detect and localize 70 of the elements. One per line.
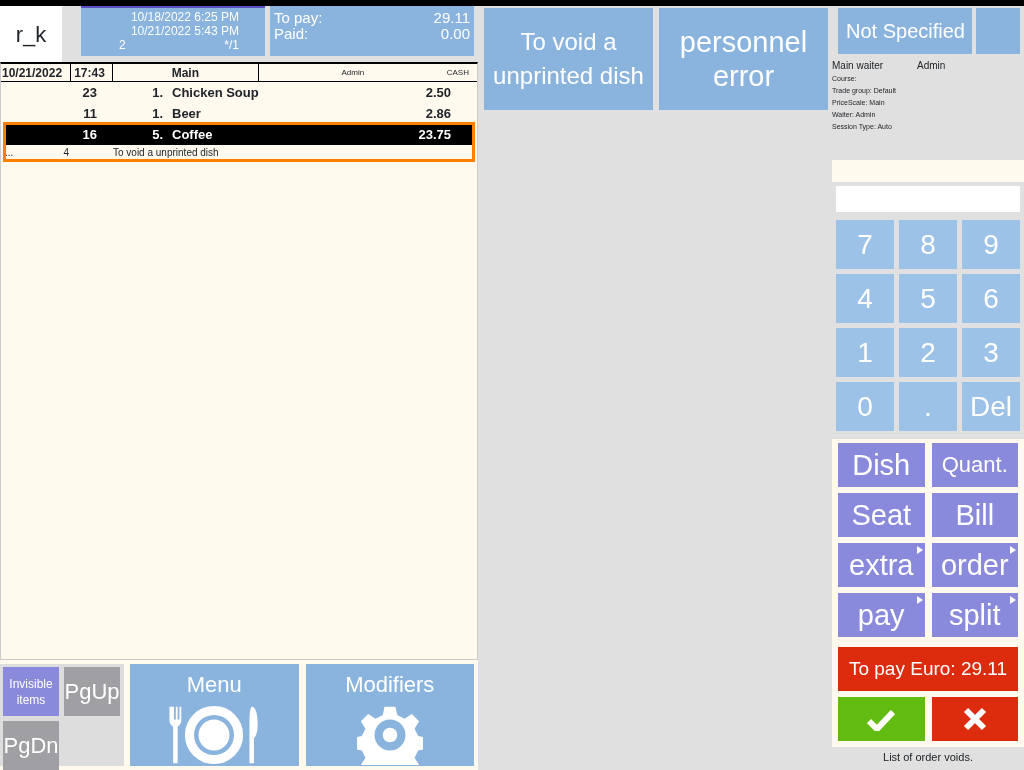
page-button[interactable]: PgUp — [64, 667, 120, 716]
dish-quantity: 5. — [151, 125, 163, 144]
action-button[interactable]: Seat — [838, 493, 925, 537]
gear-icon — [356, 705, 423, 765]
course-name: Main — [112, 63, 259, 82]
guest-count: 2 — [119, 38, 126, 52]
pay-button[interactable]: To pay Euro: 29.11 — [838, 647, 1018, 691]
dish-code: 23 — [81, 83, 97, 102]
keypad-key[interactable]: 2 — [899, 328, 957, 377]
main-waiter-label: Main waiter — [832, 59, 885, 73]
order-updated-time: 10/21/2022 5:43 PM — [129, 24, 239, 38]
check-icon — [867, 708, 896, 731]
void-reason-button[interactable]: To void a unprinted dish — [484, 8, 653, 110]
dish-code: 11 — [82, 104, 97, 123]
void-quantity: 4 — [62, 146, 69, 160]
action-button[interactable]: Bill — [931, 493, 1018, 537]
dish-name: Beer — [171, 104, 202, 123]
modifiers-button[interactable]: Modifiers — [305, 664, 474, 766]
action-button[interactable]: pay — [838, 593, 925, 637]
action-button[interactable]: Quant. — [931, 443, 1018, 487]
void-marker: ... — [5, 146, 15, 160]
cancel-button[interactable] — [931, 697, 1018, 741]
status-text: List of order voids. — [882, 750, 974, 765]
dish-price: 2.86 — [424, 104, 451, 123]
dish-name: Chicken Soup — [171, 83, 260, 102]
dish-quantity: 1. — [151, 104, 163, 123]
keypad-key[interactable]: 9 — [962, 220, 1020, 269]
invisible-items-button[interactable]: Invisible items — [3, 667, 59, 716]
keypad-key[interactable]: . — [899, 382, 957, 431]
total-value: 0.00 — [440, 26, 470, 42]
waiter-name: Admin — [340, 66, 366, 79]
total-value: 29.11 — [433, 10, 470, 26]
order-opened-time: 10/18/2022 6:25 PM — [129, 10, 239, 24]
page-button[interactable]: PgDn — [3, 721, 59, 770]
dish-quantity: 1. — [151, 83, 163, 102]
input-field[interactable] — [836, 186, 1020, 212]
table-status[interactable]: Not Specified — [838, 8, 972, 54]
keypad-key[interactable]: 1 — [836, 328, 894, 377]
dish-price: 2.50 — [424, 83, 451, 102]
close-icon — [962, 707, 987, 732]
payment-type: CASH — [446, 66, 470, 79]
keypad-key[interactable]: 4 — [836, 274, 894, 323]
keypad-key[interactable]: 5 — [899, 274, 957, 323]
dish-name: Coffee — [171, 125, 214, 144]
order-row[interactable]: 11 1. Beer 2.86 — [5, 103, 473, 124]
dish-code: 16 — [81, 125, 97, 144]
logo-text: r_k — [0, 6, 62, 62]
table-number: */1 — [224, 38, 239, 52]
action-button[interactable]: split — [931, 593, 1018, 637]
dish-price: 23.75 — [417, 125, 451, 144]
order-date: 10/21/2022 — [1, 64, 64, 82]
action-button[interactable]: Dish — [838, 443, 925, 487]
keypad-key[interactable]: 0 — [836, 382, 894, 431]
total-label: Paid: — [274, 26, 309, 42]
keypad-key[interactable]: 3 — [962, 328, 1020, 377]
keypad-key[interactable]: 8 — [899, 220, 957, 269]
keypad-key[interactable]: Del — [962, 382, 1020, 431]
order-time: 17:43 — [71, 63, 113, 82]
order-row[interactable]: 16 5. Coffee 23.75 — [5, 124, 473, 145]
order-row[interactable]: 23 1. Chicken Soup 2.50 — [5, 82, 473, 103]
void-reason: To void a unprinted dish — [112, 146, 219, 160]
action-button[interactable]: extra — [838, 543, 925, 587]
keypad-key[interactable]: 6 — [962, 274, 1020, 323]
menu-button[interactable]: Menu — [130, 664, 299, 766]
action-button[interactable]: order — [931, 543, 1018, 587]
void-reason-button[interactable]: personnel error — [659, 8, 828, 110]
main-waiter-value: Admin — [917, 59, 946, 73]
confirm-button[interactable] — [838, 697, 925, 741]
keypad-key[interactable]: 7 — [836, 220, 894, 269]
total-label: To pay: — [274, 10, 323, 26]
